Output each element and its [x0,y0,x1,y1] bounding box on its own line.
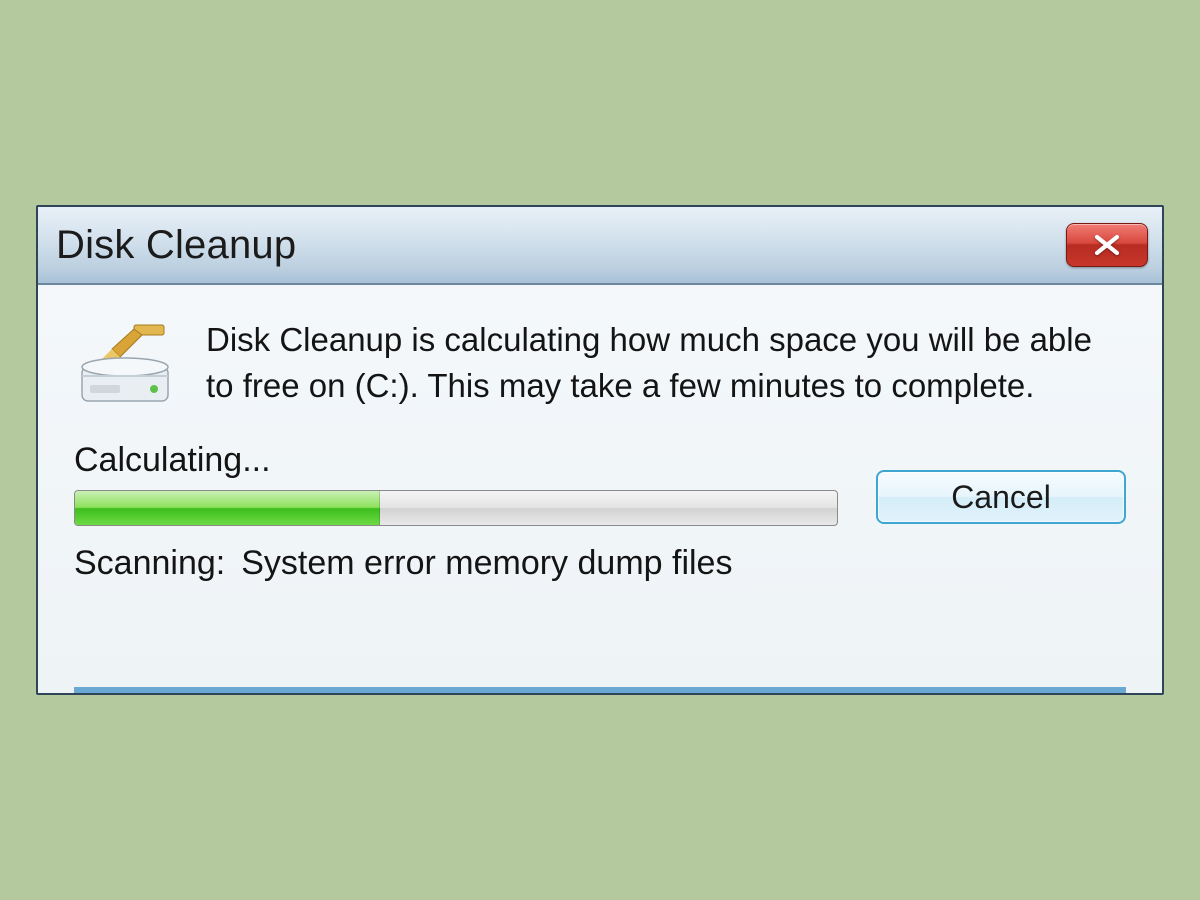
scan-row: Scanning: System error memory dump files [74,544,1126,583]
cancel-button-label: Cancel [951,479,1051,516]
dialog-body: Disk Cleanup is calculating how much spa… [38,285,1162,693]
disk-cleanup-dialog: Disk Cleanup [36,205,1164,695]
scan-label: Scanning: [74,544,225,583]
status-label: Calculating... [74,441,838,480]
close-button[interactable] [1066,223,1148,267]
progress-fill [75,491,380,525]
cancel-button[interactable]: Cancel [876,470,1126,524]
titlebar: Disk Cleanup [38,207,1162,285]
progress-section: Calculating... Cancel [74,441,1126,526]
info-row: Disk Cleanup is calculating how much spa… [74,317,1126,411]
dialog-message: Disk Cleanup is calculating how much spa… [206,317,1126,408]
progress-bar [74,490,838,526]
close-icon [1092,234,1122,256]
scan-target: System error memory dump files [241,544,732,583]
bottom-accent-line [74,687,1126,693]
dialog-title: Disk Cleanup [56,223,296,268]
drive-icon [74,317,178,411]
progress-left: Calculating... [74,441,838,526]
